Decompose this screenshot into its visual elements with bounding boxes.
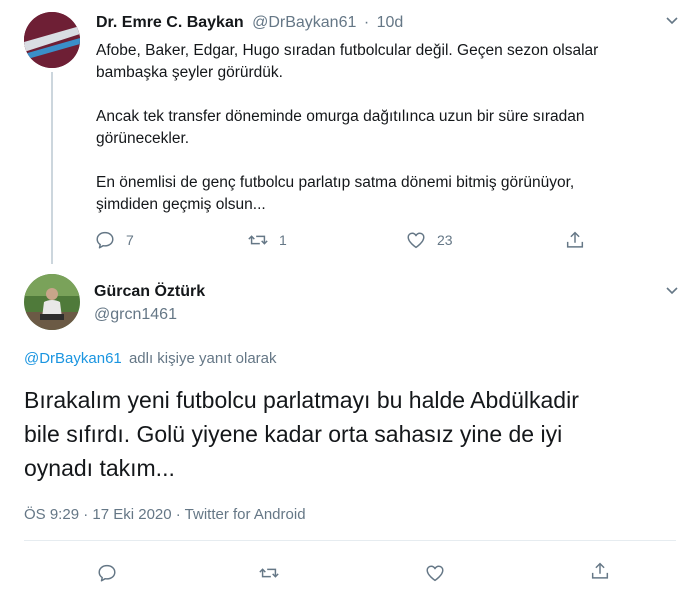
reply-count: 7 <box>126 232 134 248</box>
chevron-down-icon <box>666 287 678 295</box>
divider <box>24 540 676 541</box>
paragraph: Afobe, Baker, Edgar, Hugo sıradan futbol… <box>96 40 676 84</box>
author-name-text: Gürcan Öztürk <box>94 283 206 300</box>
text-line: Bırakalım yeni futbolcu parlatmayı bu ha… <box>24 387 579 413</box>
avatar-image <box>24 12 80 68</box>
like-count: 23 <box>437 232 453 248</box>
main-more-menu[interactable] <box>664 282 680 303</box>
main-like-button[interactable] <box>424 562 446 584</box>
replying-to-note: @DrBaykan61 adlı kişiye yanıt olarak <box>24 350 277 367</box>
parent-tweet-time[interactable]: 10d <box>377 14 404 31</box>
retweet-count: 1 <box>279 232 287 248</box>
text-line: bambaşka şeyler görürdük. <box>96 64 283 81</box>
parent-tweet-header: Dr. Emre C. Baykan @DrBaykan61 · 10d <box>96 14 403 32</box>
main-reply-button[interactable] <box>96 562 118 584</box>
parent-author-handle[interactable]: @DrBaykan61 <box>252 14 356 31</box>
reply-to-suffix: adlı kişiye yanıt olarak <box>128 350 277 367</box>
text-line: Afobe, Baker, Edgar, Hugo sıradan futbol… <box>96 42 599 59</box>
paragraph: Ancak tek transfer döneminde omurga dağı… <box>96 106 676 150</box>
header-separator: · <box>363 14 370 31</box>
main-author-handle[interactable]: @grcn1461 <box>94 306 177 324</box>
share-icon <box>591 562 609 579</box>
share-icon <box>566 231 584 248</box>
main-share-button[interactable] <box>589 560 611 582</box>
parent-retweet-button[interactable]: 1 <box>247 229 287 251</box>
text-line: Ancak tek transfer döneminde omurga dağı… <box>96 108 585 125</box>
text-line: görünecekler. <box>96 130 190 147</box>
heart-icon <box>407 232 425 249</box>
parent-share-button[interactable] <box>564 229 586 251</box>
retweet-icon <box>248 235 268 245</box>
tweet-timestamp[interactable]: ÖS 9:29 · 17 Eki 2020 · Twitter for Andr… <box>24 506 306 523</box>
main-author-avatar[interactable] <box>24 274 80 330</box>
heart-icon <box>426 565 444 582</box>
text-line: oynadı takım... <box>24 455 175 481</box>
thread-connector-line <box>51 72 53 264</box>
reply-to-handle-link[interactable]: @DrBaykan61 <box>24 350 122 367</box>
parent-author-avatar[interactable] <box>24 12 80 68</box>
retweet-icon <box>259 568 279 578</box>
main-author-name[interactable]: Gürcan Öztürk <box>94 283 205 301</box>
main-retweet-button[interactable] <box>258 562 280 584</box>
parent-author-name[interactable]: Dr. Emre C. Baykan <box>96 14 244 31</box>
paragraph: En önemlisi de genç futbolcu parlatıp sa… <box>96 172 676 216</box>
parent-tweet-text: Afobe, Baker, Edgar, Hugo sıradan futbol… <box>96 40 676 216</box>
parent-reply-button[interactable]: 7 <box>94 229 134 251</box>
reply-icon <box>96 231 114 249</box>
avatar-image <box>24 274 80 330</box>
parent-like-button[interactable]: 23 <box>405 229 453 251</box>
text-line: bile sıfırdı. Golü yiyene kadar orta sah… <box>24 421 563 447</box>
parent-more-menu[interactable] <box>664 12 680 33</box>
text-line: En önemlisi de genç futbolcu parlatıp sa… <box>96 174 575 191</box>
chevron-down-icon <box>666 17 678 25</box>
text-line: şimdiden geçmiş olsun... <box>96 196 266 213</box>
reply-icon <box>98 564 116 582</box>
main-tweet-text: Bırakalım yeni futbolcu parlatmayı bu ha… <box>24 383 674 485</box>
